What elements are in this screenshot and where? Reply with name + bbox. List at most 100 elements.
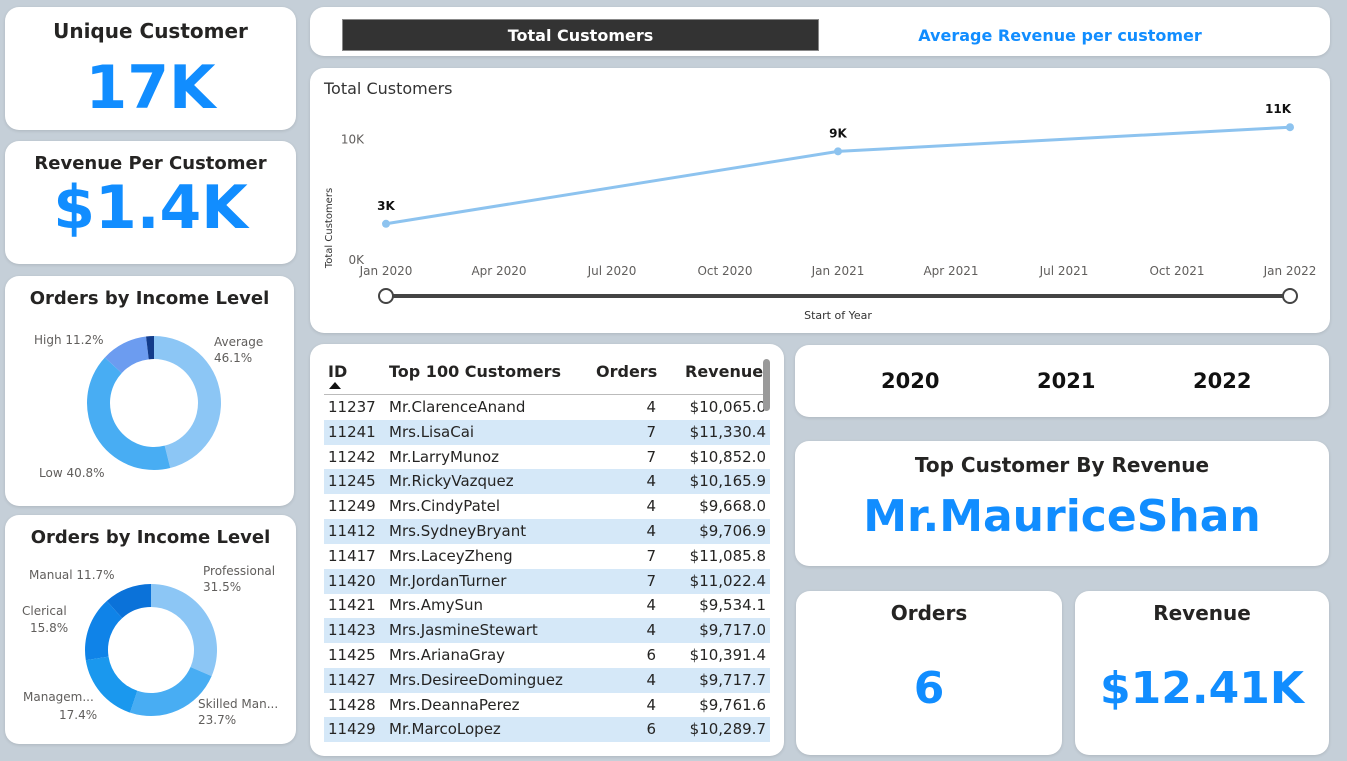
cell-name: Mr.ClarenceAnand <box>389 398 526 416</box>
cell-id: 11421 <box>328 596 376 615</box>
donut-1-label-average: Average <box>214 335 264 349</box>
table-row[interactable]: 11237 Mr.ClarenceAnand 4 $10,065.0 <box>324 395 770 420</box>
revenue-per-customer-card: Revenue Per Customer $1.4K <box>5 141 296 264</box>
y-tick-label: 10K <box>341 132 365 146</box>
table-row[interactable]: 11249 Mrs.CindyPatel 4 $9,668.0 <box>324 494 770 519</box>
donut-2-label-clerical-pct: 15.8% <box>30 621 69 635</box>
orders-kpi-title: Orders <box>890 601 968 625</box>
cell-orders: 7 <box>646 422 656 441</box>
x-tick-label: Apr 2021 <box>923 264 978 278</box>
revenue-per-customer-title: Revenue Per Customer <box>34 153 267 174</box>
cell-orders: 6 <box>646 646 656 664</box>
cell-name: Mr.JordanTurner <box>389 571 507 590</box>
cell-id: 11242 <box>328 447 376 466</box>
donut-2-label-professional: Professional <box>203 564 276 578</box>
cell-orders: 7 <box>646 447 656 466</box>
table-row[interactable]: 11417 Mrs.LaceyZheng 7 $11,085.8 <box>324 544 770 569</box>
cell-revenue: $10,165.9 <box>689 472 766 491</box>
cell-orders: 4 <box>646 596 656 615</box>
table-row[interactable]: 11425 Mrs.ArianaGray 6 $10,391.4 <box>324 643 770 668</box>
donut-2-label-skilled-pct: 23.7% <box>198 713 237 727</box>
table-row[interactable]: 11242 Mr.LarryMunoz 7 $10,852.0 <box>324 445 770 470</box>
donut-2-label-management-pct: 17.4% <box>59 708 98 722</box>
cell-name: Mr.LarryMunoz <box>389 447 500 466</box>
table-row[interactable]: 11245 Mr.RickyVazquez 4 $10,165.9 <box>324 469 770 495</box>
chart-title: Total Customers <box>323 79 453 98</box>
revenue-kpi-value: $12.41K <box>1100 663 1304 714</box>
cell-revenue: $11,022.4 <box>689 571 766 590</box>
data-point[interactable] <box>834 147 842 156</box>
header-revenue[interactable]: Revenue <box>685 362 763 381</box>
data-label: 3K <box>377 199 395 213</box>
cell-orders: 4 <box>646 472 656 491</box>
donut-1-label-high: High 11.2% <box>34 333 104 347</box>
cell-id: 11429 <box>328 720 376 739</box>
revenue-per-customer-value: $1.4K <box>53 173 248 243</box>
table-row[interactable]: 11428 Mrs.DeannaPerez 4 $9,761.6 <box>324 693 770 718</box>
cell-revenue: $9,717.7 <box>699 670 766 689</box>
cell-revenue: $9,717.0 <box>699 621 766 640</box>
donut-slice[interactable] <box>151 584 218 677</box>
donut-2-label-skilled: Skilled Man... <box>198 697 279 711</box>
cell-revenue: $9,761.6 <box>699 695 766 714</box>
cell-id: 11237 <box>328 398 376 416</box>
donut-2-label-management: Managem... <box>23 690 94 704</box>
donut-1-label-average-pct: 46.1% <box>214 351 253 365</box>
data-label: 11K <box>1265 102 1292 116</box>
year-2020-button[interactable]: 2020 <box>881 369 939 393</box>
header-orders[interactable]: Orders <box>596 362 657 381</box>
data-point[interactable] <box>1286 123 1294 132</box>
year-2022-button[interactable]: 2022 <box>1193 369 1251 393</box>
total-customers-line-chart[interactable]: Total CustomersTotal Customers 0K10KJan 2… <box>310 68 1330 333</box>
cell-id: 11423 <box>328 621 376 640</box>
x-tick-label: Oct 2021 <box>1149 264 1204 278</box>
x-tick-label: Oct 2020 <box>697 264 752 278</box>
y-axis-label: Total Customers <box>324 188 335 269</box>
cell-id: 11417 <box>328 546 376 565</box>
table-scrollbar[interactable] <box>763 359 770 411</box>
unique-customer-title: Unique Customer <box>53 19 248 43</box>
cell-orders: 7 <box>646 546 656 565</box>
cell-orders: 7 <box>646 571 656 590</box>
table-row[interactable]: 11427 Mrs.DesireeDominguez 4 $9,717.7 <box>324 667 770 693</box>
top-customer-card: Top Customer By Revenue Mr.MauriceShan <box>795 441 1329 566</box>
header-id[interactable]: ID <box>328 362 347 381</box>
donut-slice[interactable] <box>87 357 171 470</box>
year-2021-button[interactable]: 2021 <box>1037 369 1095 393</box>
donut-2-label-manual: Manual 11.7% <box>29 568 115 582</box>
cell-orders: 6 <box>646 720 656 739</box>
cell-id: 11412 <box>328 522 376 540</box>
header-name[interactable]: Top 100 Customers <box>389 362 561 381</box>
revenue-kpi-title: Revenue <box>1153 601 1251 625</box>
top-customer-value: Mr.MauriceShan <box>863 491 1261 542</box>
table-row[interactable]: 11423 Mrs.JasmineStewart 4 $9,717.0 <box>324 618 770 644</box>
cell-name: Mrs.AmySun <box>389 596 483 615</box>
cell-id: 11249 <box>328 497 376 516</box>
cell-orders: 4 <box>646 497 656 516</box>
top-customers-table: ID Top 100 Customers Orders Revenue 1123… <box>310 344 784 756</box>
table-row[interactable]: 11421 Mrs.AmySun 4 $9,534.1 <box>324 593 770 618</box>
donut-2-label-professional-pct: 31.5% <box>203 580 242 594</box>
table-row[interactable]: 11420 Mr.JordanTurner 7 $11,022.4 <box>324 568 770 594</box>
donut-1-label-low: Low 40.8% <box>39 466 105 480</box>
cell-revenue: $10,065.0 <box>689 398 766 416</box>
cell-id: 11420 <box>328 571 376 590</box>
unique-customer-card: Unique Customer 17K <box>5 7 296 130</box>
table-row[interactable]: 11241 Mrs.LisaCai 7 $11,330.4 <box>324 419 770 445</box>
tab-total-customers[interactable]: Total Customers <box>342 19 819 51</box>
cell-revenue: $10,289.7 <box>689 720 766 739</box>
table-row[interactable]: 11412 Mrs.SydneyBryant 4 $9,706.9 <box>324 519 770 544</box>
view-tabs: Total Customers Average Revenue per cust… <box>310 7 1330 56</box>
year-slicer: 2020 2021 2022 <box>795 345 1329 417</box>
sort-asc-icon[interactable] <box>329 382 341 389</box>
total-customers-chart-card: Total Customers Total Customers 0K 10K Jan 2… <box>310 68 1330 333</box>
slider-end-handle[interactable] <box>1282 288 1298 304</box>
cell-name: Mrs.CindyPatel <box>389 497 501 516</box>
tab-average-revenue[interactable]: Average Revenue per customer <box>870 19 1250 51</box>
cell-revenue: $9,534.1 <box>699 596 766 615</box>
income-level-donut-card-2: Orders by Income Level Professional 31.5… <box>5 515 296 744</box>
table-row[interactable]: 11429 Mr.MarcoLopez 6 $10,289.7 <box>324 717 770 743</box>
slider-start-handle[interactable] <box>378 288 394 304</box>
cell-revenue: $10,852.0 <box>689 447 766 466</box>
data-point[interactable] <box>382 219 390 228</box>
